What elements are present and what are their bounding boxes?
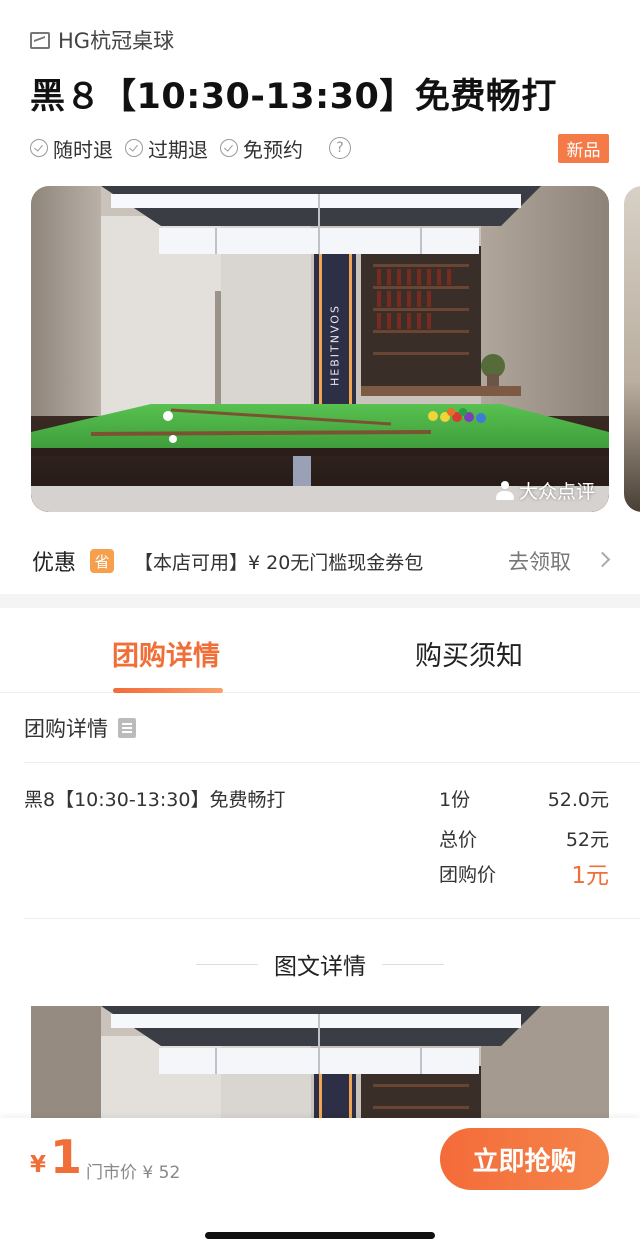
tag-label: 随时退 [53, 137, 113, 162]
hero-image-next[interactable] [624, 186, 640, 512]
buy-now-button[interactable]: 立即抢购 [440, 1128, 609, 1190]
detail-tabs: 团购详情 购买须知 [0, 608, 640, 693]
tab-deal-details[interactable]: 团购详情 [112, 634, 220, 673]
check-circle-icon [125, 139, 143, 157]
market-price: 门市价 ¥ 52 [86, 1163, 181, 1183]
coupon-text: 【本店可用】¥ 20无门槛现金券包 [134, 551, 424, 574]
coupon-label: 优惠 [32, 551, 77, 576]
chevron-right-icon [594, 551, 611, 568]
heading-line [382, 963, 444, 965]
tag-refund-expired: 过期退 [125, 134, 208, 163]
divider [24, 918, 640, 919]
dianping-watermark: 大众点评 [495, 477, 595, 504]
total-value: 52元 [565, 829, 609, 851]
shop-name[interactable]: HG杭冠桌球 [58, 25, 174, 55]
section-title: 团购详情 [24, 717, 108, 741]
help-icon[interactable]: ? [329, 137, 351, 159]
currency-symbol: ¥ [30, 1152, 47, 1178]
check-circle-icon [220, 139, 238, 157]
new-badge: 新品 [558, 134, 609, 163]
tab-purchase-notes[interactable]: 购买须知 [415, 634, 523, 673]
group-price-label: 团购价 [439, 864, 497, 886]
active-tab-indicator [113, 688, 223, 693]
group-price-value: 1元 [571, 863, 609, 889]
deal-quantity: 1份 [439, 789, 471, 811]
tag-refund-anytime: 随时退 [30, 134, 113, 163]
billiard-room-photo-detail [31, 1006, 609, 1118]
person-icon [495, 480, 515, 501]
tag-label: 过期退 [148, 137, 208, 162]
deal-item-name: 黑8【10:30-13:30】免费畅打 [24, 789, 286, 811]
divider [24, 762, 640, 763]
shop-header[interactable]: HG杭冠桌球 [30, 26, 174, 54]
home-indicator[interactable] [205, 1232, 435, 1239]
heading-line [196, 963, 258, 965]
image-detail-heading: 图文详情 [0, 947, 640, 981]
check-circle-icon [30, 139, 48, 157]
product-title: 黑８【10:30-13:30】免费畅打 [30, 77, 557, 117]
image-detail-title: 图文详情 [274, 954, 366, 980]
deal-unit-price: 52.0元 [547, 789, 609, 811]
section-separator [0, 594, 640, 608]
hero-image[interactable]: HEBITNVOS 大众点评 [31, 186, 609, 512]
deal-price: 1 [50, 1130, 83, 1184]
service-tags: 随时退 过期退 免预约 ? [30, 133, 351, 163]
total-label: 总价 [439, 829, 478, 851]
detail-image[interactable] [31, 1006, 609, 1118]
image-icon [30, 31, 50, 49]
deal-section-header: 团购详情 [24, 713, 136, 743]
document-icon [118, 718, 136, 738]
tag-label: 免预约 [243, 137, 303, 162]
claim-coupon-link[interactable]: 去领取 [508, 546, 571, 576]
wall-sign-text: HEBITNVOS [329, 304, 342, 386]
tag-no-reservation: 免预约 [220, 134, 303, 163]
billiard-room-photo: HEBITNVOS [31, 186, 609, 512]
watermark-text: 大众点评 [518, 481, 595, 503]
coupon-row[interactable]: 优惠 省 【本店可用】¥ 20无门槛现金券包 去领取 [0, 530, 640, 592]
save-icon: 省 [90, 549, 114, 573]
